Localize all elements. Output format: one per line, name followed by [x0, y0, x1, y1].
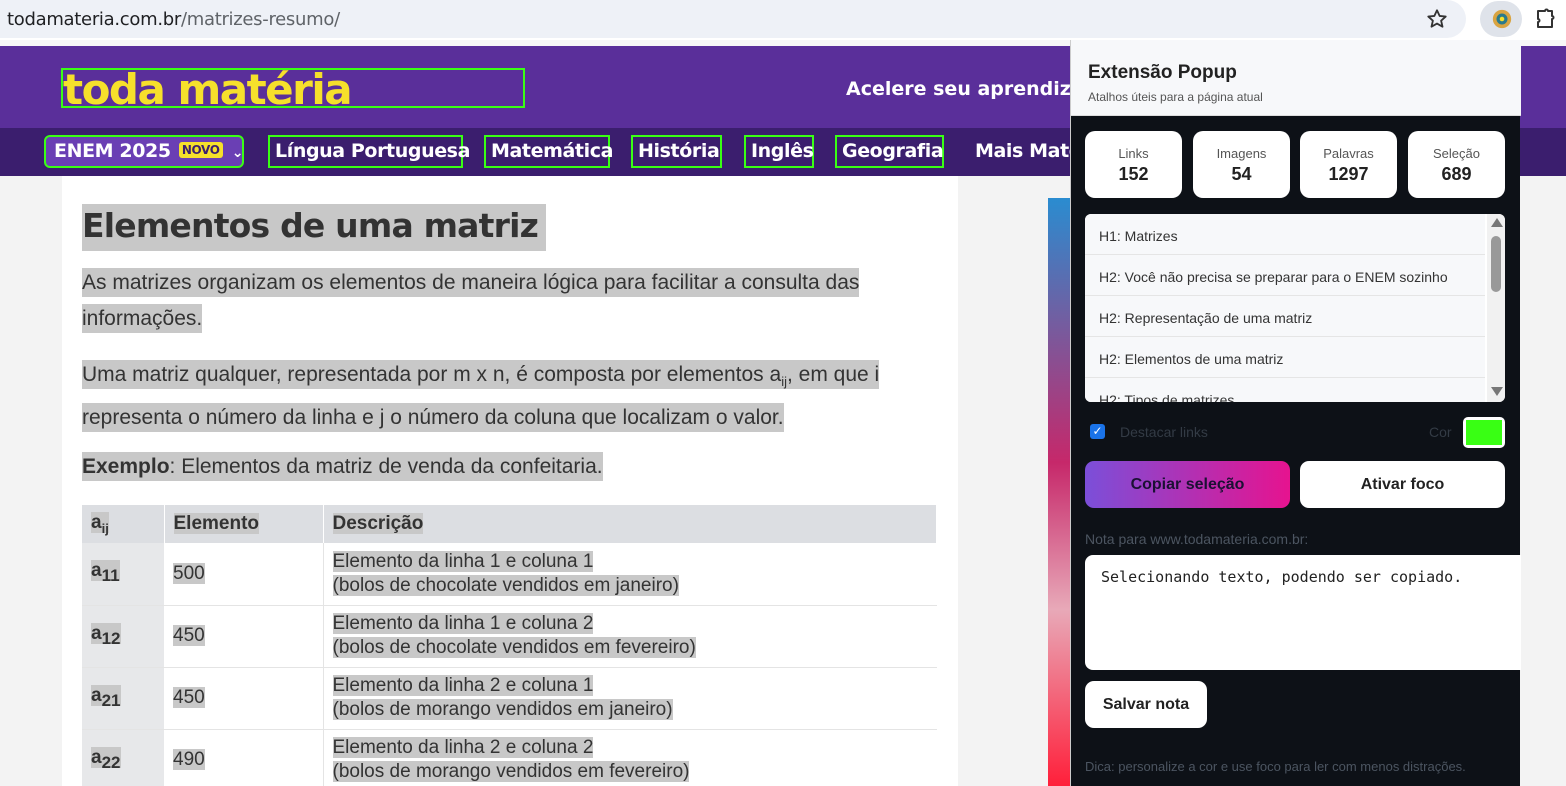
- highlight-links-checkbox[interactable]: ✓: [1090, 424, 1105, 439]
- list-item[interactable]: H2: Representação de uma matriz: [1085, 296, 1485, 337]
- address-bar[interactable]: todamateria.com.br/matrizes-resumo/: [0, 0, 1466, 38]
- article-content: Elementos de uma matriz As matrizes orga…: [62, 176, 958, 786]
- nav-mais-materias[interactable]: Mais Maté: [975, 140, 1082, 162]
- extension-popup: Extensão Popup Atalhos úteis para a pági…: [1070, 40, 1521, 786]
- popup-title: Extensão Popup: [1088, 62, 1237, 83]
- example-text: : Elementos da matriz de venda da confei…: [169, 455, 603, 478]
- color-swatch-fill: [1466, 420, 1502, 445]
- stat-label: Links: [1118, 146, 1149, 161]
- highlight-links-label: Destacar links: [1120, 424, 1208, 440]
- header-tagline: Acelere seu aprendiza: [846, 78, 1084, 100]
- nav-historia[interactable]: História: [631, 135, 722, 168]
- extension-button[interactable]: [1480, 1, 1522, 37]
- table-header-row: aij Elemento Descrição: [82, 505, 937, 543]
- puzzle-icon[interactable]: [1533, 7, 1557, 31]
- stat-imagens: Imagens 54: [1193, 131, 1290, 198]
- list-item[interactable]: H2: Você não precisa se preparar para o …: [1085, 255, 1485, 296]
- paragraph-2-text-a: Uma matriz qualquer, representada por m …: [82, 363, 782, 386]
- nav-matematica[interactable]: Matemática: [484, 135, 613, 168]
- copy-selection-button[interactable]: Copiar seleção: [1085, 461, 1290, 508]
- cell-element-name: a22: [82, 729, 164, 786]
- header-descricao: Descrição: [323, 505, 937, 543]
- cell-description: Elemento da linha 2 e coluna 2 (bolos de …: [323, 729, 937, 786]
- paragraph-3: Exemplo: Elementos da matriz de venda da…: [82, 449, 932, 485]
- site-logo: toda matéria: [63, 65, 353, 114]
- cell-value: 490: [164, 729, 324, 786]
- scrollbar-thumb[interactable]: [1491, 236, 1501, 292]
- stat-links: Links 152: [1085, 131, 1182, 198]
- header-elemento: Elemento: [164, 505, 324, 543]
- stat-value: 152: [1118, 164, 1149, 184]
- stat-value: 689: [1441, 164, 1472, 184]
- stat-label: Palavras: [1323, 146, 1374, 161]
- paragraph-1-text: As matrizes organizam os elementos de ma…: [82, 268, 860, 333]
- table-row: a12 450 Elemento da linha 1 e coluna 2 (b…: [82, 605, 937, 668]
- note-textarea[interactable]: Selecionando texto, podendo ser copiado.: [1085, 555, 1521, 670]
- nav-enem-label: ENEM 2025: [54, 140, 171, 162]
- cell-value: 450: [164, 605, 324, 668]
- tip-text: Dica: personalize a cor e use foco para …: [1085, 759, 1466, 774]
- scroll-down-icon[interactable]: [1491, 387, 1503, 396]
- cell-description: Elemento da linha 1 e coluna 2 (bolos de …: [323, 605, 937, 668]
- nav-geografia[interactable]: Geografia: [835, 135, 944, 168]
- table-row: a11 500 Elemento da linha 1 e coluna 1 (b…: [82, 543, 937, 606]
- stat-selecao: Seleção 689: [1408, 131, 1505, 198]
- stat-label: Imagens: [1216, 146, 1267, 161]
- nav-ingles[interactable]: Inglês: [744, 135, 814, 168]
- matrix-table: aij Elemento Descrição a11 500 Elemento …: [82, 505, 937, 786]
- stat-value: 1297: [1328, 164, 1369, 184]
- url-path: /matrizes-resumo/: [180, 9, 340, 30]
- note-label: Nota para www.todamateria.com.br:: [1085, 531, 1309, 547]
- cell-value: 500: [164, 543, 324, 606]
- cell-description: Elemento da linha 2 e coluna 1 (bolos de …: [323, 667, 937, 730]
- extension-logo-icon: [1492, 9, 1512, 29]
- stat-palavras: Palavras 1297: [1300, 131, 1397, 198]
- url-domain: todamateria.com.br: [7, 9, 181, 30]
- star-icon[interactable]: [1426, 8, 1448, 30]
- popup-header: Extensão Popup Atalhos úteis para a pági…: [1071, 40, 1521, 116]
- new-badge: NOVO: [178, 142, 223, 158]
- headings-list[interactable]: H1: Matrizes H2: Você não precisa se pre…: [1085, 214, 1505, 402]
- stat-value: 54: [1231, 164, 1252, 184]
- color-picker[interactable]: [1463, 417, 1505, 448]
- chevron-down-icon: ⌄: [231, 145, 244, 161]
- list-scrollbar[interactable]: [1487, 214, 1505, 402]
- nav-enem-2025[interactable]: ENEM 2025 NOVO ⌄: [44, 135, 244, 168]
- list-item[interactable]: H2: Elementos de uma matriz: [1085, 337, 1485, 378]
- section-heading-text: Elementos de uma matriz: [82, 204, 547, 251]
- url-text[interactable]: todamateria.com.br/matrizes-resumo/: [7, 9, 340, 30]
- activate-focus-button[interactable]: Ativar foco: [1300, 461, 1505, 508]
- example-label: Exemplo: [82, 455, 170, 478]
- site-logo-link[interactable]: toda matéria: [61, 65, 525, 114]
- section-heading: Elementos de uma matriz: [82, 204, 547, 251]
- cell-description: Elemento da linha 1 e coluna 1 (bolos de …: [323, 543, 937, 606]
- nav-lingua-portuguesa[interactable]: Língua Portuguesa: [268, 135, 470, 168]
- browser-toolbar: todamateria.com.br/matrizes-resumo/: [0, 0, 1566, 40]
- cell-element-name: a11: [82, 543, 164, 606]
- save-note-button[interactable]: Salvar nota: [1085, 681, 1207, 728]
- header-aij: aij: [82, 505, 165, 543]
- list-item[interactable]: H2: Tipos de matrizes: [1085, 378, 1485, 402]
- color-label: Cor: [1429, 424, 1452, 440]
- cell-element-name: a21: [82, 667, 164, 730]
- stat-label: Seleção: [1433, 146, 1480, 161]
- sidebar-ad-image[interactable]: [1048, 198, 1072, 786]
- scroll-up-icon[interactable]: [1491, 218, 1503, 227]
- popup-subtitle: Atalhos úteis para a página atual: [1088, 90, 1263, 104]
- paragraph-2: Uma matriz qualquer, representada por m …: [82, 357, 932, 436]
- list-item[interactable]: H1: Matrizes: [1085, 214, 1485, 255]
- cell-value: 450: [164, 667, 324, 730]
- table-row: a21 450 Elemento da linha 2 e coluna 1 (b…: [82, 667, 937, 730]
- table-row: a22 490 Elemento da linha 2 e coluna 2 (b…: [82, 729, 937, 786]
- cell-element-name: a12: [82, 605, 164, 668]
- paragraph-1: As matrizes organizam os elementos de ma…: [82, 265, 932, 337]
